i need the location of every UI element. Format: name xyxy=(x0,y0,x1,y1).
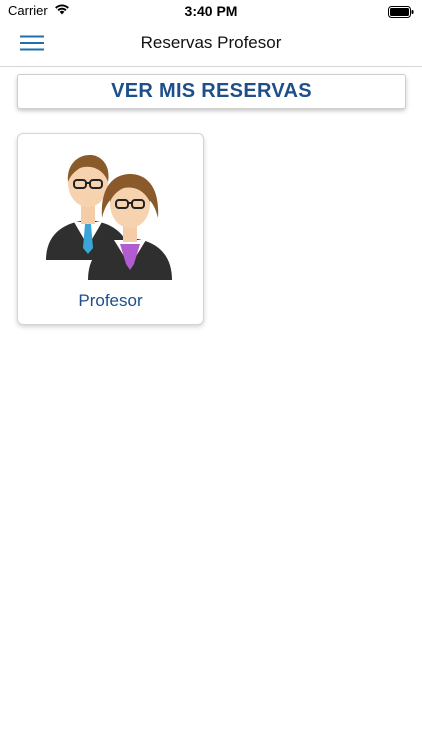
status-bar: Carrier 3:40 PM xyxy=(0,0,422,22)
ver-mis-reservas-button[interactable]: VER MIS RESERVAS xyxy=(17,74,406,109)
page-title: Reservas Profesor xyxy=(140,33,282,52)
navigation-bar: Reservas Profesor xyxy=(0,22,422,67)
battery-icon xyxy=(388,5,414,23)
profesor-card-label: Profesor xyxy=(78,291,143,310)
profesor-card[interactable]: Profesor xyxy=(17,133,204,325)
status-time: 3:40 PM xyxy=(184,3,238,19)
teachers-illustration xyxy=(40,148,180,280)
